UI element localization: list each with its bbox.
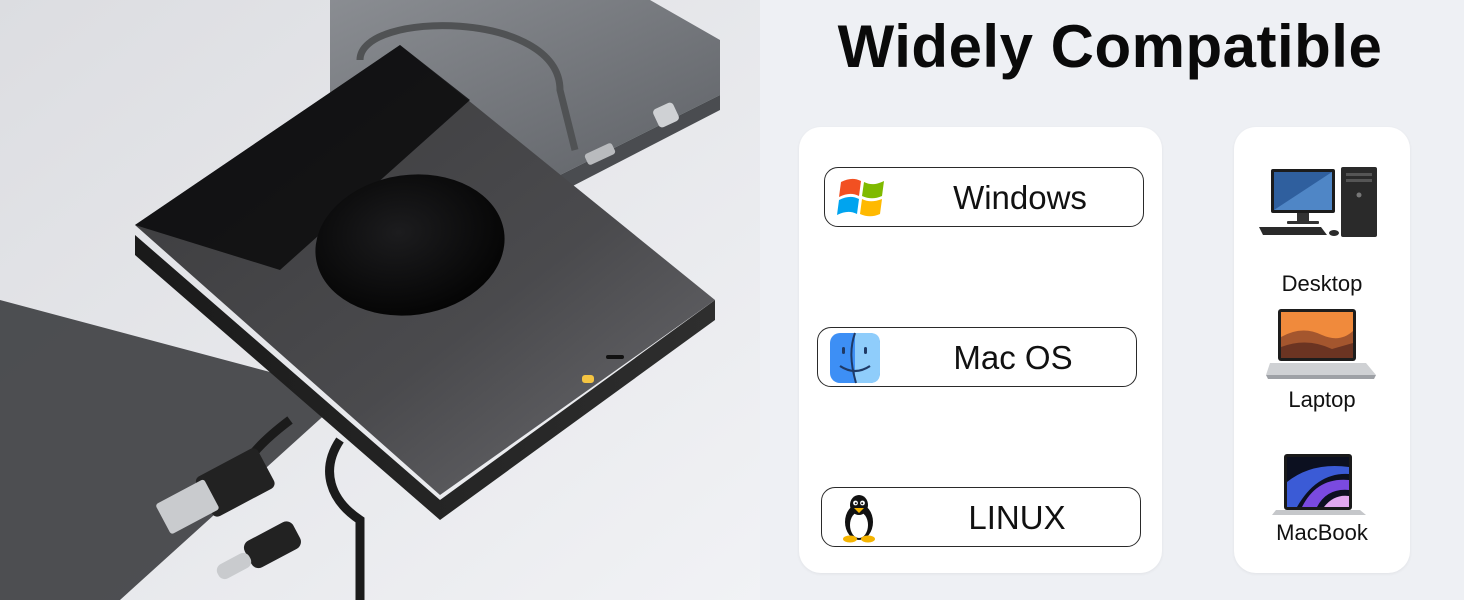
os-item-windows: Windows: [824, 167, 1144, 227]
product-photo: [0, 0, 760, 600]
os-compatibility-panel: Windows Mac OS LINUX: [799, 127, 1162, 573]
os-item-linux: LINUX: [821, 487, 1141, 547]
macbook-icon: [1234, 452, 1410, 518]
device-label-laptop: Laptop: [1288, 387, 1356, 412]
device-label-macbook: MacBook: [1276, 520, 1368, 545]
linux-tux-icon: [832, 492, 886, 544]
os-label-macos: Mac OS: [953, 339, 1073, 376]
laptop-icon: [1234, 307, 1410, 381]
page-title: Widely Compatible: [837, 13, 1383, 80]
device-item-macbook: MacBook: [1234, 452, 1410, 546]
windows-logo-icon: [835, 172, 889, 224]
os-item-macos: Mac OS: [817, 327, 1137, 387]
device-label-desktop: Desktop: [1281, 271, 1363, 296]
device-compatibility-panel: Desktop Laptop MacBook: [1234, 127, 1410, 573]
external-dvd-drive-illustration: [0, 0, 760, 600]
device-item-laptop: Laptop: [1234, 307, 1410, 413]
device-item-desktop: Desktop: [1234, 165, 1410, 297]
desktop-computer-icon: [1234, 165, 1410, 243]
activity-led: [582, 375, 594, 383]
os-label-windows: Windows: [953, 179, 1087, 216]
os-label-linux: LINUX: [968, 499, 1066, 536]
macos-finder-icon: [828, 332, 882, 384]
